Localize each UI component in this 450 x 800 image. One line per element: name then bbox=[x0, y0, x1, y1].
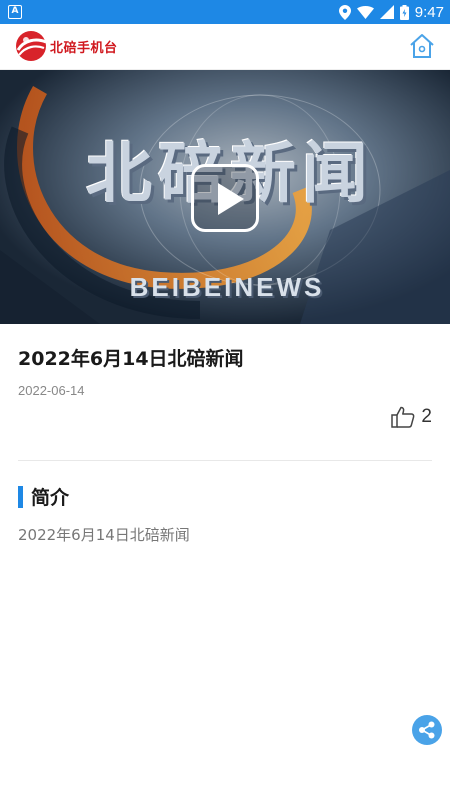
video-overlay-subtitle: BEIBEINEWS bbox=[129, 272, 325, 302]
battery-icon bbox=[399, 4, 409, 20]
wifi-icon bbox=[356, 5, 374, 19]
share-icon bbox=[419, 721, 435, 739]
article-date: 2022-06-14 bbox=[18, 383, 85, 398]
divider bbox=[18, 460, 432, 461]
brand-name: 北碚手机台 bbox=[50, 41, 118, 56]
app-bar: 北碚手机台 bbox=[0, 24, 450, 70]
share-button[interactable] bbox=[412, 715, 442, 745]
status-icons: 9:47 bbox=[338, 0, 444, 24]
like-count: 2 bbox=[421, 406, 432, 427]
like-button[interactable]: 2 bbox=[391, 406, 432, 428]
play-icon[interactable] bbox=[191, 164, 259, 232]
notification-icon: A bbox=[8, 5, 22, 19]
clock: 9:47 bbox=[414, 3, 444, 21]
article-title: 2022年6月14日北碚新闻 bbox=[18, 348, 244, 370]
section-accent-bar bbox=[18, 485, 23, 508]
location-icon bbox=[338, 4, 351, 20]
thumbs-up-icon bbox=[391, 406, 415, 428]
section-header: 简介 bbox=[18, 483, 69, 510]
video-player[interactable]: 北碚新闻 BEIBEINEWS bbox=[0, 70, 450, 324]
status-bar: A 9:47 bbox=[0, 0, 450, 24]
home-icon[interactable] bbox=[408, 32, 436, 60]
section-title: 简介 bbox=[31, 487, 70, 509]
app-logo-icon bbox=[16, 31, 47, 61]
article-description: 2022年6月14日北碚新闻 bbox=[18, 526, 190, 544]
signal-icon bbox=[379, 5, 394, 19]
